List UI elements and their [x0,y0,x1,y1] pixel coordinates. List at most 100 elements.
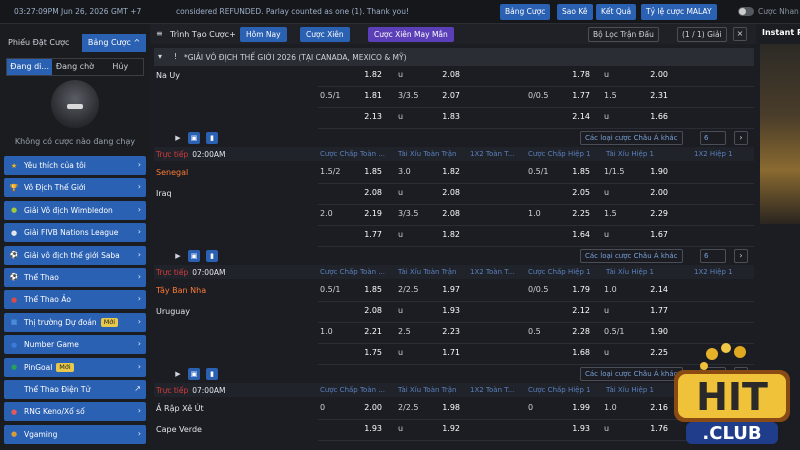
chevron-right-icon[interactable]: › [138,317,141,326]
sidebar-item-9[interactable]: ● PinGoal Mới › [4,357,146,377]
chevron-right-icon[interactable]: › [138,272,141,281]
tab-lucky-parlay[interactable]: Cược Xiên May Mắn [368,27,454,42]
league-header[interactable]: ▾ ! *GIẢI VÔ ĐỊCH THẾ GIỚI 2026 (TẠI CAN… [154,48,754,66]
bet-builder-title[interactable]: Trình Tạo Cược+ [170,30,236,39]
sidebar-item-8[interactable]: ● Number Game › [4,335,146,355]
tab-bet-list[interactable]: Bảng Cược ^ [82,34,146,52]
odds-value[interactable]: 1.68 [566,348,590,357]
sidebar-item-3[interactable]: ● Giải FIVB Nations League › [4,223,146,243]
stats-icon[interactable] [156,368,168,380]
odds-value[interactable]: 2.14 [644,285,668,294]
chevron-right-icon[interactable]: › [138,339,141,348]
chevron-down-icon[interactable]: ▾ [158,52,162,61]
play-icon[interactable]: ▶ [172,250,184,262]
odds-value[interactable]: 2.00 [644,70,668,79]
close-icon[interactable]: × [733,27,747,41]
sidebar-item-12[interactable]: ● Vgaming › [4,424,146,444]
odds-value[interactable]: 1.82 [436,230,460,239]
sidebar-item-0[interactable]: ★ Yêu thích của tôi › [4,156,146,175]
odds-value[interactable]: 2.08 [358,188,382,197]
odds-value[interactable]: 1.90 [644,327,668,336]
chart-icon[interactable]: ▮ [206,250,218,262]
chevron-right-icon[interactable]: › [734,249,748,263]
odds-value[interactable]: 2.08 [436,70,460,79]
odds-value[interactable]: 2.00 [644,188,668,197]
quick-bet-toggle[interactable] [738,7,754,16]
sidebar-item-5[interactable]: ⚽ Thể Thao › [4,267,146,287]
odds-value[interactable]: 2.00 [358,403,382,412]
tab-running[interactable]: Đang di... [7,59,53,75]
external-link-icon[interactable]: ↗ [134,384,141,393]
bet-list-button[interactable]: Bảng Cược [500,4,551,20]
odds-value[interactable]: 2.31 [644,91,668,100]
odds-value[interactable]: 2.19 [358,209,382,218]
play-icon[interactable]: ▶ [172,132,184,144]
match-filter-dropdown[interactable]: Bộ Lọc Trận Đấu [588,27,659,42]
odds-value[interactable]: 1.77 [358,230,382,239]
statement-button[interactable]: Sao Kê [557,4,593,20]
odds-value[interactable]: 1.97 [436,285,460,294]
odds-value[interactable]: 1.85 [358,285,382,294]
odds-value[interactable]: 1.77 [644,306,668,315]
more-markets-dropdown[interactable]: Các loại cược Châu Á khác [580,131,683,145]
tab-today[interactable]: Hôm Nay [240,27,287,42]
odds-value[interactable]: 2.14 [566,112,590,121]
chevron-right-icon[interactable]: › [138,160,141,169]
odds-value[interactable]: 1.82 [436,167,460,176]
odds-value[interactable]: 1.99 [566,403,590,412]
play-icon[interactable]: ▶ [172,368,184,380]
odds-value[interactable]: 1.93 [436,306,460,315]
chevron-right-icon[interactable]: › [138,250,141,259]
chevron-right-icon[interactable]: › [138,205,141,214]
chevron-right-icon[interactable]: › [138,182,141,191]
odds-value[interactable]: 1.64 [566,230,590,239]
chevron-right-icon[interactable]: › [138,294,141,303]
odds-value[interactable]: 1.83 [436,112,460,121]
league-pages[interactable]: (1 / 1) Giải [677,27,727,42]
chevron-right-icon[interactable]: › [138,227,141,236]
odds-value[interactable]: 1.85 [566,167,590,176]
live-tv-icon[interactable]: ▣ [188,250,200,262]
sidebar-item-7[interactable]: ■ Thị trường Dự đoán Mới › [4,312,146,332]
stats-icon[interactable] [156,132,168,144]
odds-value[interactable]: 1.93 [358,424,382,433]
odds-value[interactable]: 1.90 [644,167,668,176]
hamburger-icon[interactable]: ≡ [156,29,163,38]
market-count[interactable]: 6 [700,249,726,263]
odds-value[interactable]: 1.82 [358,70,382,79]
odds-value[interactable]: 2.28 [566,327,590,336]
odds-value[interactable]: 1.81 [358,91,382,100]
odds-value[interactable]: 1.78 [566,70,590,79]
odds-value[interactable]: 1.75 [358,348,382,357]
tab-pending[interactable]: Đang chờ [52,59,97,75]
odds-value[interactable]: 1.67 [644,230,668,239]
odds-value[interactable]: 1.66 [644,112,668,121]
odds-value[interactable]: 2.12 [566,306,590,315]
stats-icon[interactable] [156,250,168,262]
odds-type-dropdown[interactable]: Tỷ lệ cược MALAY [641,4,717,20]
odds-value[interactable]: 2.13 [358,112,382,121]
odds-value[interactable]: 2.08 [436,188,460,197]
sidebar-item-11[interactable]: ● RNG Keno/Xổ số › [4,402,146,422]
odds-value[interactable]: 2.25 [566,209,590,218]
chevron-right-icon[interactable]: › [138,362,141,371]
odds-value[interactable]: 2.29 [644,209,668,218]
odds-value[interactable]: 2.21 [358,327,382,336]
chevron-right-icon[interactable]: › [138,429,141,438]
live-tv-icon[interactable]: ▣ [188,132,200,144]
odds-value[interactable]: 1.77 [566,91,590,100]
odds-value[interactable]: 2.05 [566,188,590,197]
sidebar-item-4[interactable]: ⚽ Giải vô địch thế giới Saba › [4,245,146,265]
live-tv-icon[interactable]: ▣ [188,368,200,380]
market-count[interactable]: 6 [700,131,726,145]
chart-icon[interactable]: ▮ [206,132,218,144]
results-button[interactable]: Kết Quả [596,4,637,20]
sidebar-item-10[interactable]: ● Thể Thao Điện Tử ↗ [4,379,146,399]
tab-parlay[interactable]: Cược Xiên [300,27,350,42]
tab-cancelled[interactable]: Hủy [98,59,143,75]
odds-value[interactable]: 2.08 [436,209,460,218]
sidebar-item-2[interactable]: ● Giải Vô địch Wimbledon › [4,200,146,220]
odds-value[interactable]: 1.85 [358,167,382,176]
odds-value[interactable]: 2.08 [358,306,382,315]
chevron-right-icon[interactable]: › [734,131,748,145]
